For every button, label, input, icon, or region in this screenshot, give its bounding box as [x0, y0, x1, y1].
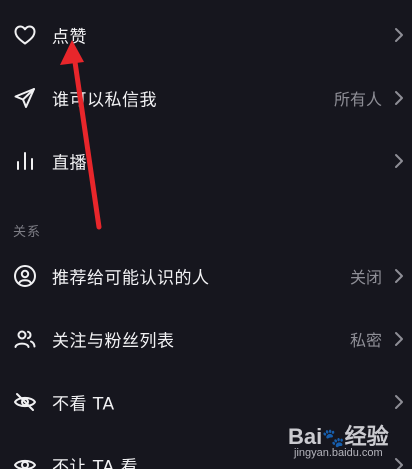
eye-off-icon — [13, 390, 37, 414]
setting-label-recommend-to-acquaintances: 推荐给可能认识的人 — [52, 268, 210, 289]
watermark-url: jingyan.baidu.com — [294, 447, 383, 459]
setting-value-who-can-message: 所有人 — [333, 90, 382, 109]
send-icon — [13, 86, 37, 110]
chevron-right-icon — [395, 154, 403, 168]
setting-value-recommend-to-acquaintances: 关闭 — [349, 268, 382, 287]
setting-label-hide-their-posts: 不看 TA — [52, 394, 115, 415]
chevron-right-icon — [395, 269, 403, 283]
chevron-right-icon — [395, 332, 403, 346]
setting-label-who-can-message: 谁可以私信我 — [52, 90, 157, 111]
chevron-right-icon — [395, 395, 403, 409]
eye-lock-icon — [13, 453, 37, 469]
setting-label-hide-my-posts: 不让 TA 看 — [52, 457, 139, 469]
setting-label-live: 直播 — [52, 153, 87, 174]
setting-label-likes: 点赞 — [52, 27, 87, 48]
setting-row-likes[interactable]: 点赞 — [0, 8, 412, 62]
paw-icon: 🐾 — [322, 428, 345, 448]
setting-label-follow-and-fans-list: 关注与粉丝列表 — [52, 331, 175, 352]
setting-row-who-can-message[interactable]: 谁可以私信我 所有人 — [0, 71, 412, 125]
setting-row-follow-and-fans-list[interactable]: 关注与粉丝列表 私密 — [0, 312, 412, 366]
privacy-settings-screen: 点赞 谁可以私信我 所有人 直播 关系 推荐给可能认识的人 关闭 关注与粉丝列表 — [0, 0, 412, 469]
users-icon — [13, 327, 37, 351]
baidu-jingyan-watermark: Bai🐾经验 jingyan.baidu.com — [282, 417, 404, 463]
chevron-right-icon — [395, 28, 403, 42]
heart-icon — [13, 23, 37, 47]
section-title-relations: 关系 — [13, 225, 42, 240]
setting-row-recommend-to-acquaintances[interactable]: 推荐给可能认识的人 关闭 — [0, 249, 412, 303]
setting-value-follow-and-fans-list: 私密 — [349, 331, 382, 350]
live-bars-icon — [13, 149, 37, 173]
user-circle-icon — [13, 264, 37, 288]
setting-row-live[interactable]: 直播 — [0, 134, 412, 188]
chevron-right-icon — [395, 91, 403, 105]
